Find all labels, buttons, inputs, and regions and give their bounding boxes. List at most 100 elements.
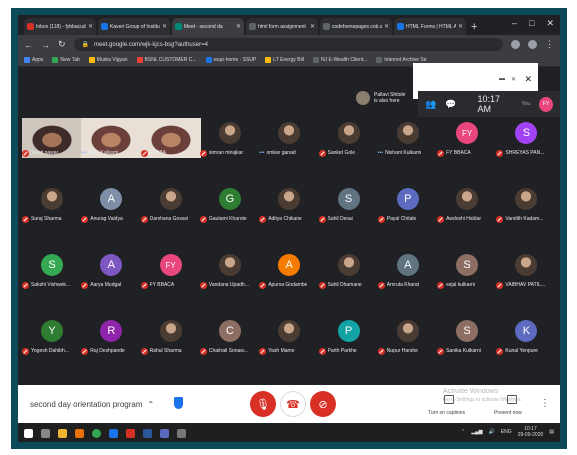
- reload-icon[interactable]: ↻: [58, 39, 66, 50]
- chrome-icon[interactable]: [92, 429, 101, 438]
- participant-tile[interactable]: FY FY BBACA: [140, 250, 201, 290]
- popup-expand-icon[interactable]: ✕: [511, 76, 516, 83]
- store-icon[interactable]: [160, 429, 169, 438]
- participant-tile[interactable]: Swati pawar: [22, 118, 82, 158]
- meeting-details-button[interactable]: second day orientation program ⌃: [30, 400, 154, 409]
- participant-tile[interactable]: Rahul Sharma: [140, 316, 201, 356]
- screenshot-frame: Inbox (118) - fybbacud ✕ Kaveri Group of I…: [11, 8, 567, 449]
- chat-icon[interactable]: 💬: [445, 99, 456, 110]
- bookmark-item[interactable]: BSNL CUSTOMER C...: [136, 57, 197, 63]
- bookmark-icon: [312, 57, 319, 63]
- menu-icon[interactable]: ⋮: [545, 39, 554, 50]
- search-icon[interactable]: [41, 429, 50, 438]
- participant-tile[interactable]: Sahil Dhamane: [318, 250, 379, 290]
- browser-tab[interactable]: html form assignment ✕: [246, 18, 318, 35]
- participant-tile[interactable]: C Chaitrali Sonaw...: [199, 316, 260, 356]
- notifications-icon[interactable]: ▤: [549, 429, 554, 435]
- participant-tile[interactable]: Yash Mame: [259, 316, 319, 356]
- mic-off-button[interactable]: 🎙: [250, 391, 276, 417]
- popup-close-icon[interactable]: ✕: [524, 74, 532, 85]
- captions-label[interactable]: Turn on captions: [428, 410, 465, 416]
- participant-tile[interactable]: A Aarya Mudgal: [81, 250, 141, 290]
- popup-minimize-icon[interactable]: ▬: [499, 76, 505, 82]
- participant-tile[interactable]: Vandith Kadam...: [496, 184, 556, 224]
- camera-off-button[interactable]: ⊘: [310, 391, 336, 417]
- security-shield-icon[interactable]: [174, 397, 183, 409]
- participant-name: Aditya Chikane: [268, 216, 302, 222]
- participant-tile[interactable]: S Sakshi Vishwek...: [22, 250, 82, 290]
- profile-icon[interactable]: [528, 40, 537, 49]
- participant-tile[interactable]: FYBBA: [140, 118, 201, 158]
- taskbar-clock[interactable]: 10:17 29-09-2020: [518, 426, 544, 438]
- close-window-icon[interactable]: ✕: [546, 18, 554, 29]
- participant-tile[interactable]: simran mirajkar: [199, 118, 260, 158]
- leave-call-button[interactable]: ☎: [280, 391, 306, 417]
- url-field[interactable]: 🔒 meet.google.com/wjk-kjcs-bsg?authuser=…: [73, 38, 503, 51]
- participant-tile[interactable]: A Anurag Vaidya: [81, 184, 141, 224]
- file-explorer-icon[interactable]: [58, 429, 67, 438]
- participant-tile[interactable]: S Sahil Desai: [318, 184, 379, 224]
- participant-tile[interactable]: Nupur Harshe: [377, 316, 438, 356]
- browser-tab[interactable]: codehomepages.cob.sc ✕: [320, 18, 392, 35]
- network-icon[interactable]: ▂▄▆: [471, 429, 482, 435]
- participant-tile[interactable]: G Gautami Kharote: [199, 184, 260, 224]
- participant-tile[interactable]: S SHREYAS PAN...: [496, 118, 556, 158]
- bookmark-item[interactable]: NJ E-Wealth Client...: [312, 57, 367, 63]
- present-label[interactable]: Present now: [494, 410, 522, 416]
- tab-close-icon[interactable]: ✕: [236, 23, 241, 30]
- extension-icon[interactable]: [511, 40, 520, 49]
- participant-tile[interactable]: FY FY BBACA: [437, 118, 497, 158]
- browser-tab[interactable]: Kaveri Group of Institu ✕: [98, 18, 170, 35]
- app-icon[interactable]: [126, 429, 135, 438]
- browser-tab[interactable]: Inbox (118) - fybbacud ✕: [24, 18, 96, 35]
- participant-tile[interactable]: K Kunal Yenpure: [496, 316, 556, 356]
- participant-tile[interactable]: ••• omkar ganad: [259, 118, 319, 158]
- volume-icon[interactable]: 🔊: [489, 429, 495, 435]
- forward-icon[interactable]: →: [41, 40, 50, 50]
- participant-tile[interactable]: Suraj Sharma: [22, 184, 82, 224]
- participant-tile[interactable]: Aditya Chikane: [259, 184, 319, 224]
- browser-tab[interactable]: HTML Forms | HTML A ✕: [394, 18, 466, 35]
- browser-tab[interactable]: Meet - second da ✕: [172, 18, 244, 35]
- participant-tile[interactable]: Darshana Gosavi: [140, 184, 201, 224]
- language-indicator[interactable]: ENG: [501, 429, 512, 435]
- word-icon[interactable]: [143, 429, 152, 438]
- paint-icon[interactable]: [177, 429, 186, 438]
- tab-close-icon[interactable]: ✕: [88, 23, 93, 30]
- participant-tile[interactable]: R Raj Deshpande: [81, 316, 141, 356]
- participant-tile[interactable]: Y Yogesh Dahibh...: [22, 316, 82, 356]
- tray-up-icon[interactable]: ⌃: [461, 429, 465, 435]
- people-icon[interactable]: 👥: [425, 99, 436, 110]
- firefox-icon[interactable]: [75, 429, 84, 438]
- participant-tile[interactable]: ••• Nishant Kulkarni: [378, 118, 438, 158]
- participant-tile[interactable]: ••• Aarti Kulkarni: [81, 118, 142, 158]
- participant-tile[interactable]: Ssejal kulkarni: [437, 250, 497, 290]
- participant-tile[interactable]: Awdoshi Haldar: [437, 184, 497, 224]
- participant-tile[interactable]: A Amruta Kharat: [377, 250, 438, 290]
- maximize-icon[interactable]: □: [529, 18, 534, 29]
- tab-close-icon[interactable]: ✕: [384, 23, 389, 30]
- tab-close-icon[interactable]: ✕: [458, 23, 463, 30]
- tab-close-icon[interactable]: ✕: [162, 23, 167, 30]
- new-tab-button[interactable]: +: [471, 21, 477, 33]
- edge-icon[interactable]: [109, 429, 118, 438]
- more-options-icon[interactable]: ⋮: [540, 398, 550, 409]
- participant-tile[interactable]: A Apurva Godambe: [259, 250, 319, 290]
- bookmark-item[interactable]: ssup-home · SSUP: [205, 57, 256, 63]
- tab-close-icon[interactable]: ✕: [310, 23, 315, 30]
- participant-avatar: [278, 188, 301, 210]
- participant-tile[interactable]: S Sanika Kulkarni: [437, 316, 497, 356]
- bookmark-item[interactable]: LT Energy Bill: [265, 57, 304, 63]
- participant-tile[interactable]: VAIBHAV PATIL...: [496, 250, 556, 290]
- participant-tile[interactable]: Sanket Gole: [318, 118, 379, 158]
- back-icon[interactable]: ←: [24, 40, 33, 50]
- start-icon[interactable]: [24, 429, 33, 438]
- bookmark-item[interactable]: Mudra Vigyan: [88, 57, 128, 63]
- participant-tile[interactable]: Vandana Upadh...: [199, 250, 260, 290]
- minimize-icon[interactable]: –: [512, 18, 517, 29]
- bookmark-item[interactable]: Apps: [24, 57, 43, 63]
- participant-tile[interactable]: P Payal Chitale: [377, 184, 438, 224]
- bookmark-item[interactable]: New Tab: [52, 57, 80, 63]
- participant-tile[interactable]: P Parth Parkhe: [318, 316, 379, 356]
- tab-label: Meet - second da: [184, 23, 223, 30]
